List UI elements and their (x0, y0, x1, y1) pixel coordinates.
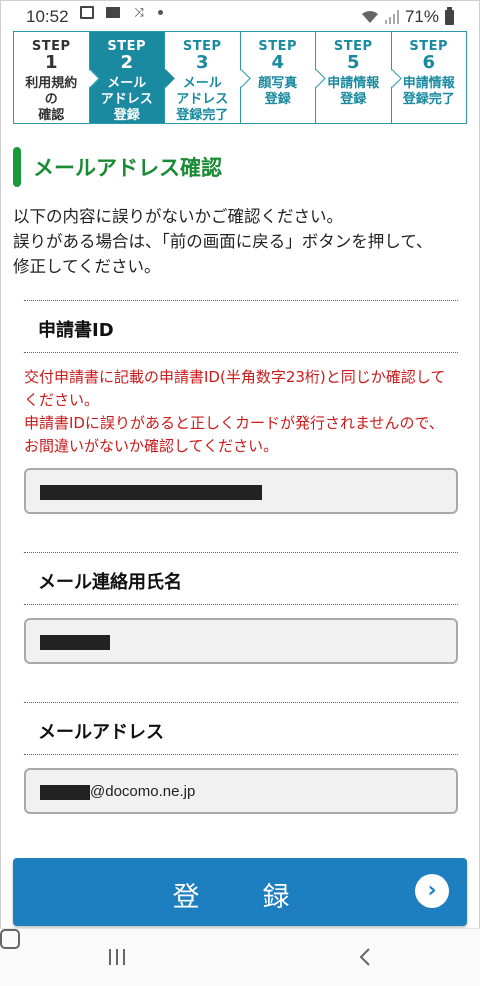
status-bar: 10:52 ⤨ 71% (0, 0, 480, 32)
wifi-icon (361, 10, 378, 23)
recent-apps-icon[interactable] (108, 949, 126, 965)
step-5: STEP 5 申請情報 登録 (316, 32, 402, 123)
register-button[interactable]: 登 録 › (13, 858, 467, 926)
home-icon[interactable] (0, 929, 20, 949)
application-id-warning: 交付申請書に記載の申請書ID(半角数字23桁)と同じか確認して ください。 申請… (24, 368, 446, 455)
more-dot-icon (158, 10, 163, 15)
step-2-current: STEP 2 メール アドレス 登録 (89, 32, 175, 123)
signal-icon (384, 10, 399, 24)
status-time: 10:52 (26, 7, 69, 26)
gallery-icon (80, 6, 94, 19)
step-1: STEP 1 利用規約 の 確認 (14, 32, 100, 123)
step-4: STEP 4 顔写真 登録 (240, 32, 326, 123)
battery-percent: 71% (404, 7, 439, 26)
step-3: STEP 3 メール アドレス 登録完了 (165, 32, 251, 123)
chevron-right-icon: › (415, 874, 449, 908)
redacted-value (40, 635, 110, 650)
step-6: STEP 6 申請情報 登録完了 (391, 32, 466, 123)
shuffle-icon: ⤨ (134, 5, 144, 19)
page-title: メールアドレス確認 (13, 146, 222, 188)
intro-text: 以下の内容に誤りがないかご確認ください。 誤りがある場合は、「前の画面に戻る」ボ… (13, 207, 433, 276)
divider (24, 300, 458, 301)
title-accent-bar (13, 147, 21, 187)
application-id-label: 申請書ID (38, 320, 114, 341)
redacted-value (40, 785, 90, 800)
contact-name-field[interactable] (24, 618, 458, 664)
divider (24, 604, 458, 605)
redacted-value (40, 485, 262, 500)
system-nav-bar (0, 928, 480, 986)
divider (24, 754, 458, 755)
contact-name-label: メール連絡用氏名 (38, 572, 182, 593)
divider (24, 702, 458, 703)
divider (24, 352, 458, 353)
application-id-field[interactable] (24, 468, 458, 514)
email-label: メールアドレス (38, 722, 164, 743)
divider (24, 552, 458, 553)
card-icon (106, 7, 120, 18)
email-domain: @docomo.ne.jp (90, 783, 196, 800)
progress-stepper: STEP 1 利用規約 の 確認 STEP 2 メール アドレス 登録 STEP… (13, 31, 467, 124)
back-icon[interactable] (359, 948, 371, 966)
email-field[interactable]: @docomo.ne.jp (24, 768, 458, 814)
battery-icon (445, 6, 454, 25)
